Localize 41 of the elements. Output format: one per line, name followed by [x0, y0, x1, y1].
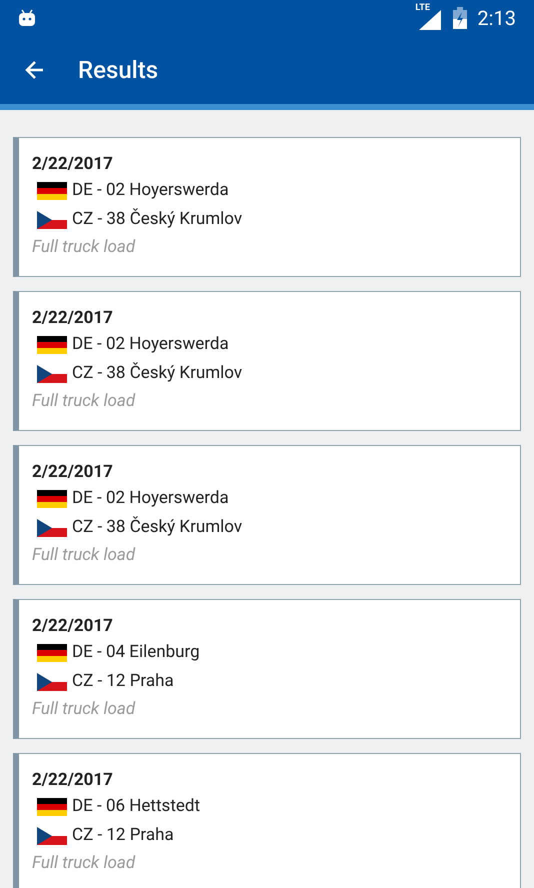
- tricolor-flag-icon: [37, 798, 67, 816]
- result-card[interactable]: 2/22/2017 DE - 02 Hoyerswerda CZ - 38 Český Krumlov Full truck load: [13, 445, 521, 585]
- triangle-flag-icon: [37, 672, 67, 690]
- location: DE - 06 Hettstedt: [72, 794, 200, 818]
- location: CZ - 38 Český Krumlov: [72, 361, 242, 385]
- load-type: Full truck load: [32, 544, 136, 567]
- screen-title: Results: [78, 55, 158, 86]
- result-card[interactable]: 2/22/2017 DE - 02 Hoyerswerda CZ - 38 Český Krumlov Full truck load: [13, 291, 521, 431]
- network-label: LTE: [415, 2, 430, 15]
- triangle-flag-icon: [37, 826, 67, 844]
- location: DE - 02 Hoyerswerda: [72, 178, 229, 202]
- tricolor-flag-icon: [37, 336, 67, 354]
- android-icon: [18, 9, 36, 27]
- location: DE - 02 Hoyerswerda: [72, 332, 229, 356]
- location: DE - 04 Eilenburg: [72, 640, 200, 664]
- triangle-flag-icon: [37, 364, 67, 382]
- date: 2/22/2017: [32, 769, 113, 792]
- date: 2/22/2017: [32, 461, 113, 484]
- result-card[interactable]: 2/22/2017 DE - 02 Hoyerswerda CZ - 38 Český Krumlov Full truck load: [13, 137, 521, 277]
- tricolor-flag-icon: [37, 182, 67, 200]
- triangle-flag-icon: [37, 210, 67, 228]
- tricolor-flag-icon: [37, 644, 67, 662]
- load-type: Full truck load: [32, 852, 136, 875]
- clock: 2:13: [477, 5, 516, 32]
- battery-icon: [453, 7, 468, 29]
- load-type: Full truck load: [32, 390, 136, 413]
- date: 2/22/2017: [32, 153, 113, 176]
- location: CZ - 12 Praha: [72, 670, 174, 693]
- location: DE - 02 Hoyerswerda: [72, 486, 229, 510]
- tricolor-flag-icon: [37, 490, 67, 508]
- triangle-flag-icon: [37, 518, 67, 536]
- date: 2/22/2017: [32, 307, 113, 330]
- load-type: Full truck load: [32, 236, 136, 259]
- result-card[interactable]: 2/22/2017 DE - 04 Eilenburg CZ - 12 Praha Full truck load: [13, 599, 521, 739]
- location: CZ - 38 Český Krumlov: [72, 515, 242, 539]
- signal-icon: [419, 10, 442, 30]
- result-card[interactable]: 2/22/2017 DE - 06 Hettstedt CZ - 12 Praha Full truck load: [13, 753, 521, 888]
- location: CZ - 12 Praha: [72, 824, 174, 847]
- date: 2/22/2017: [32, 615, 113, 638]
- location: CZ - 38 Český Krumlov: [72, 207, 242, 231]
- load-type: Full truck load: [32, 698, 136, 721]
